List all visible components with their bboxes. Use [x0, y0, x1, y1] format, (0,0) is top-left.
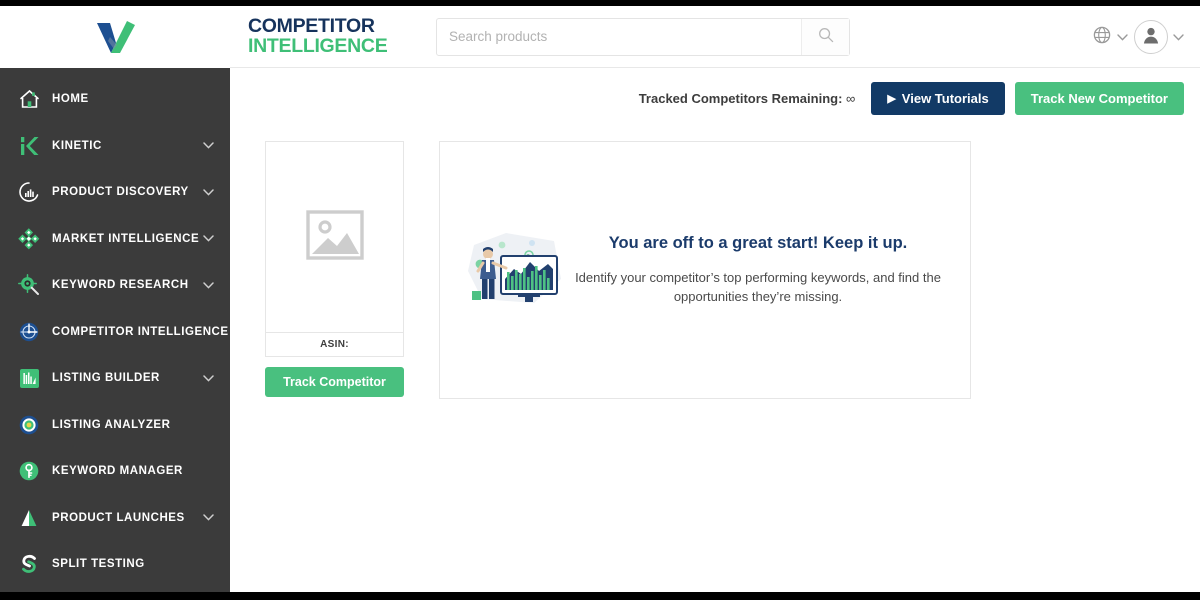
- page-title-line1: COMPETITOR: [248, 15, 375, 37]
- header-actions: [1092, 19, 1184, 54]
- sidebar-item-label: COMPETITOR INTELLIGENCE: [52, 325, 229, 338]
- sidebar-item-label: LISTING ANALYZER: [52, 418, 171, 431]
- sidebar-item-label: LISTING BUILDER: [52, 372, 160, 385]
- locale-selector[interactable]: [1092, 25, 1128, 48]
- product-asin: ASIN:: [265, 333, 404, 357]
- empty-state-text: You are off to a great start! Keep it up…: [574, 234, 948, 307]
- sidebar: HOME KINETIC PRODUCT DISCOVERY MARKET IN…: [0, 6, 230, 592]
- sidebar-item-label: HOME: [52, 93, 89, 106]
- track-competitor-label: Track Competitor: [283, 375, 386, 389]
- sidebar-item-keyword-manager[interactable]: KEYWORD MANAGER: [0, 448, 230, 495]
- sidebar-item-product-discovery[interactable]: PRODUCT DISCOVERY: [0, 169, 230, 216]
- chevron-down-icon[interactable]: [200, 375, 216, 382]
- chevron-down-icon[interactable]: [200, 235, 216, 242]
- product-image-area: [265, 141, 404, 333]
- track-new-competitor-button[interactable]: Track New Competitor: [1014, 82, 1184, 115]
- chevron-down-icon: [1173, 29, 1184, 44]
- page-title: COMPETITOR INTELLIGENCE: [248, 15, 408, 57]
- search-icon: [818, 27, 834, 46]
- key-circle-icon: [14, 458, 44, 484]
- sidebar-item-home[interactable]: HOME: [0, 76, 230, 123]
- sidebar-item-split-testing[interactable]: SPLIT TESTING: [0, 541, 230, 588]
- chevron-down-icon: [1117, 29, 1128, 44]
- chevron-down-icon[interactable]: [200, 189, 216, 196]
- main-content: Tracked Competitors Remaining: ∞ ▶ View …: [230, 68, 1200, 592]
- sidebar-item-label: KEYWORD RESEARCH: [52, 279, 189, 292]
- product-asin-label: ASIN:: [320, 339, 349, 350]
- search-button[interactable]: [801, 18, 849, 55]
- image-placeholder-icon: [305, 209, 364, 265]
- bar-chart-square-icon: [14, 365, 44, 391]
- empty-state-card: $: [439, 141, 971, 399]
- sidebar-item-label: PRODUCT LAUNCHES: [52, 511, 185, 524]
- search-input[interactable]: [437, 18, 801, 55]
- sidebar-item-product-launches[interactable]: PRODUCT LAUNCHES: [0, 495, 230, 542]
- empty-state-heading: You are off to a great start! Keep it up…: [608, 233, 908, 252]
- home-icon: [14, 86, 44, 112]
- radar-icon: [14, 319, 44, 345]
- sidebar-item-label: PRODUCT DISCOVERY: [52, 186, 189, 199]
- sidebar-item-label: SPLIT TESTING: [52, 558, 145, 571]
- product-card: ASIN: Track Competitor: [265, 141, 404, 397]
- globe-icon: [1092, 25, 1112, 48]
- sidebar-item-listing-builder[interactable]: LISTING BUILDER: [0, 355, 230, 402]
- split-s-icon: [14, 551, 44, 577]
- action-toolbar: Tracked Competitors Remaining: ∞ ▶ View …: [230, 68, 1200, 115]
- sidebar-item-label: MARKET INTELLIGENCE: [52, 232, 200, 245]
- search-bar: [436, 17, 850, 56]
- empty-state-subtext: Identify your competitor’s top performin…: [575, 269, 941, 304]
- app-screen: HOME KINETIC PRODUCT DISCOVERY MARKET IN…: [0, 0, 1200, 600]
- track-competitor-button[interactable]: Track Competitor: [265, 367, 404, 397]
- chevron-down-icon[interactable]: [200, 142, 216, 149]
- sidebar-nav: HOME KINETIC PRODUCT DISCOVERY MARKET IN…: [0, 68, 230, 588]
- page-title-line2: INTELLIGENCE: [248, 34, 388, 57]
- avatar: [1134, 19, 1168, 54]
- diamond-cluster-icon: [14, 226, 44, 252]
- tracked-competitors-remaining: Tracked Competitors Remaining: ∞: [639, 91, 856, 106]
- play-icon: ▶: [887, 93, 896, 105]
- chevron-down-icon[interactable]: [200, 282, 216, 289]
- sidebar-item-market-intelligence[interactable]: MARKET INTELLIGENCE: [0, 216, 230, 263]
- user-menu[interactable]: [1134, 19, 1184, 54]
- sidebar-item-competitor-intelligence[interactable]: COMPETITOR INTELLIGENCE: [0, 309, 230, 356]
- chevron-down-icon[interactable]: [200, 514, 216, 521]
- window-bottom-edge: [0, 592, 1200, 600]
- tracked-competitors-remaining-label: Tracked Competitors Remaining:: [638, 91, 843, 106]
- kinetic-k-icon: [14, 133, 44, 159]
- sidebar-item-listing-analyzer[interactable]: LISTING ANALYZER: [0, 402, 230, 449]
- top-header: COMPETITOR INTELLIGENCE: [230, 6, 1200, 68]
- track-new-competitor-label: Track New Competitor: [1030, 91, 1168, 106]
- sidebar-item-keyword-research[interactable]: KEYWORD RESEARCH: [0, 262, 230, 309]
- view-tutorials-label: View Tutorials: [901, 91, 989, 106]
- sidebar-item-kinetic[interactable]: KINETIC: [0, 123, 230, 170]
- target-magnifier-icon: [14, 272, 44, 298]
- concentric-circle-icon: [14, 412, 44, 438]
- user-avatar-icon: [1140, 24, 1162, 49]
- v-check-logo-icon: [94, 19, 136, 55]
- sidebar-item-label: KINETIC: [52, 139, 102, 152]
- brand-logo[interactable]: [0, 6, 230, 68]
- view-tutorials-button[interactable]: ▶ View Tutorials: [871, 82, 1005, 115]
- tracked-competitors-remaining-value: ∞: [846, 91, 856, 106]
- analytics-presenter-illustration-icon: $: [462, 227, 566, 314]
- rocket-triangle-icon: [14, 505, 44, 531]
- sidebar-item-label: KEYWORD MANAGER: [52, 465, 183, 478]
- content-row: ASIN: Track Competitor $: [230, 115, 1200, 399]
- gauge-icon: [14, 179, 44, 205]
